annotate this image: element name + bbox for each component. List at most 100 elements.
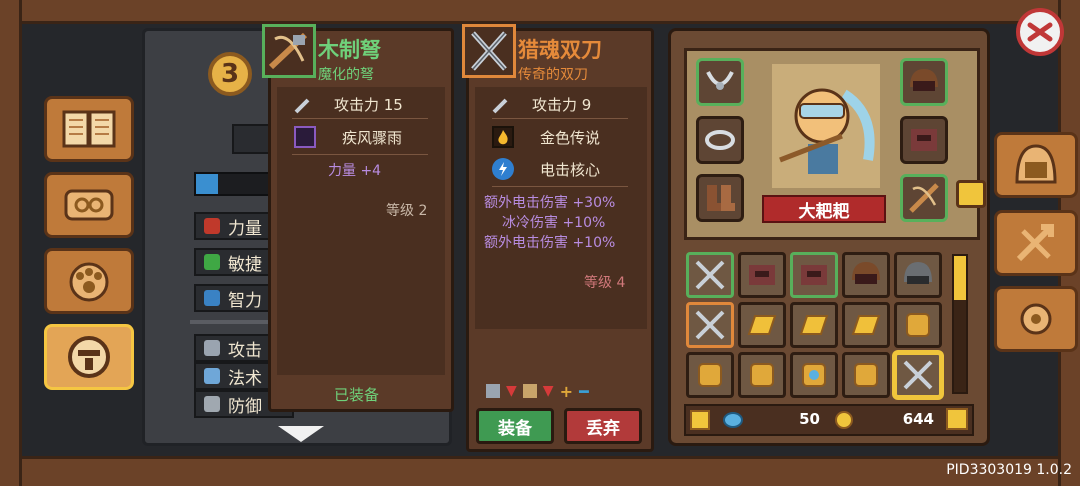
inventory-slot[interactable] [842,302,890,348]
scroll-down-icon[interactable] [276,424,326,444]
hood-icon [1015,144,1057,184]
slot-helmet[interactable] [900,58,948,106]
inventory-slot[interactable] [842,352,890,398]
skill-line-1: 金色传说 [466,122,654,152]
tab-character[interactable] [44,324,134,390]
inventory-slot[interactable] [894,302,942,348]
experience-fill [196,174,218,194]
shield-icon [204,396,220,412]
slot-boots[interactable] [696,174,744,222]
down-arrow-icon: ▼ [506,383,517,399]
down-arrow-icon: ▼ [542,383,554,399]
inventory-slot[interactable] [738,352,786,398]
level-text: 等级 4 [584,275,626,291]
scroll-icon [906,313,930,337]
armor-icon [749,265,775,285]
divider [190,320,270,324]
close-button[interactable] [1016,8,1064,56]
attack-line: 攻击力 9 [466,88,654,118]
slot-armor[interactable] [900,116,948,164]
tab-pets[interactable] [44,248,134,314]
skill-text: 电击核心 [540,160,601,179]
skill-text: 金色传说 [540,128,601,147]
sort-button[interactable] [946,408,968,430]
dual-blades-item-icon [462,24,516,78]
plus-icon: + [559,381,573,401]
gold-coin-icon [835,411,853,429]
attack-line: 攻击力 15 [268,88,454,118]
inventory-slot[interactable] [894,252,942,298]
strength-icon [204,218,220,234]
book-icon [62,110,116,148]
intelligence-icon [204,290,220,306]
iron-helmet-icon [904,262,932,284]
level-badge: 3 [208,52,252,96]
whirlwind-icon [294,126,316,148]
gem-count: 50 [799,410,820,428]
item-title: 猎魂双刀 [518,38,602,62]
skill-line-2: 电击核心 [466,154,654,184]
slot-indicator[interactable] [956,180,986,208]
skill-line: 疾风骤雨 [268,122,454,152]
tab-skills[interactable] [44,172,134,238]
inventory-slot[interactable] [790,252,838,298]
inventory-slot[interactable] [790,352,838,398]
stat-label: 法术 [228,368,262,389]
item-subtitle: 传奇的双刀 [518,67,588,83]
dual-blades-icon [695,310,725,340]
tab-settings[interactable] [994,286,1078,352]
bonus-text-3: 额外电击伤害 +10% [484,235,616,251]
inventory-slot[interactable] [738,252,786,298]
gold-bar-icon [799,315,829,335]
stat-label: 力量 [228,218,262,239]
inventory-slot[interactable] [686,302,734,348]
inventory-slot[interactable] [790,302,838,348]
item-subtitle: 魔化的弩 [318,67,374,83]
scroll-icon [64,189,114,221]
inventory-slot[interactable] [842,252,890,298]
slot-necklace[interactable] [696,58,744,106]
bag-icon[interactable] [690,410,710,430]
stat-compare-row: ▼ ▼ + ━ [486,381,634,401]
discard-button[interactable]: 丢弃 [564,408,642,444]
character-icon [68,336,110,378]
armor-icon [801,265,827,285]
tab-appearance[interactable] [994,132,1078,198]
attack-text: 攻击力 15 [334,96,403,114]
dual-blades-icon [903,360,933,390]
paw-icon [69,262,109,302]
inventory-slot[interactable] [686,252,734,298]
ring-icon [705,130,735,150]
slot-weapon[interactable] [900,174,948,222]
inventory-scrollbar[interactable] [952,254,968,394]
experience-bar [194,172,274,196]
item-title: 木制弩 [318,38,381,62]
sword-icon [204,340,220,356]
minus-icon: ━ [578,381,589,401]
bonus-text-2: 冰冷伤害 +10% [502,215,606,231]
frame-left [0,0,22,486]
equip-button[interactable]: 装备 [476,408,554,444]
scroll-icon [750,363,774,387]
tooltip-equipped-item [268,28,454,412]
gold-bar-icon [747,315,777,335]
shield-icon [522,384,537,398]
gear-icon [1020,303,1052,335]
slot-ring[interactable] [696,116,744,164]
gold-bar-icon [851,315,881,335]
attack-text: 攻击力 9 [532,96,592,114]
scrollbar-thumb[interactable] [954,256,966,300]
version-label: PID3303019 1.0.2 [946,462,1072,478]
inventory-slot-selected[interactable] [894,352,942,398]
flame-icon [492,126,514,148]
tab-book[interactable] [44,96,134,162]
helmet-icon [910,69,938,91]
frame-top [0,0,1080,24]
upgrade-icon [1016,224,1054,262]
tab-upgrade[interactable] [994,210,1078,276]
frame-bottom [0,456,1080,486]
name-field[interactable] [232,124,272,154]
inventory-slot[interactable] [738,302,786,348]
stat-label: 防御 [228,396,262,417]
inventory-slot[interactable] [686,352,734,398]
